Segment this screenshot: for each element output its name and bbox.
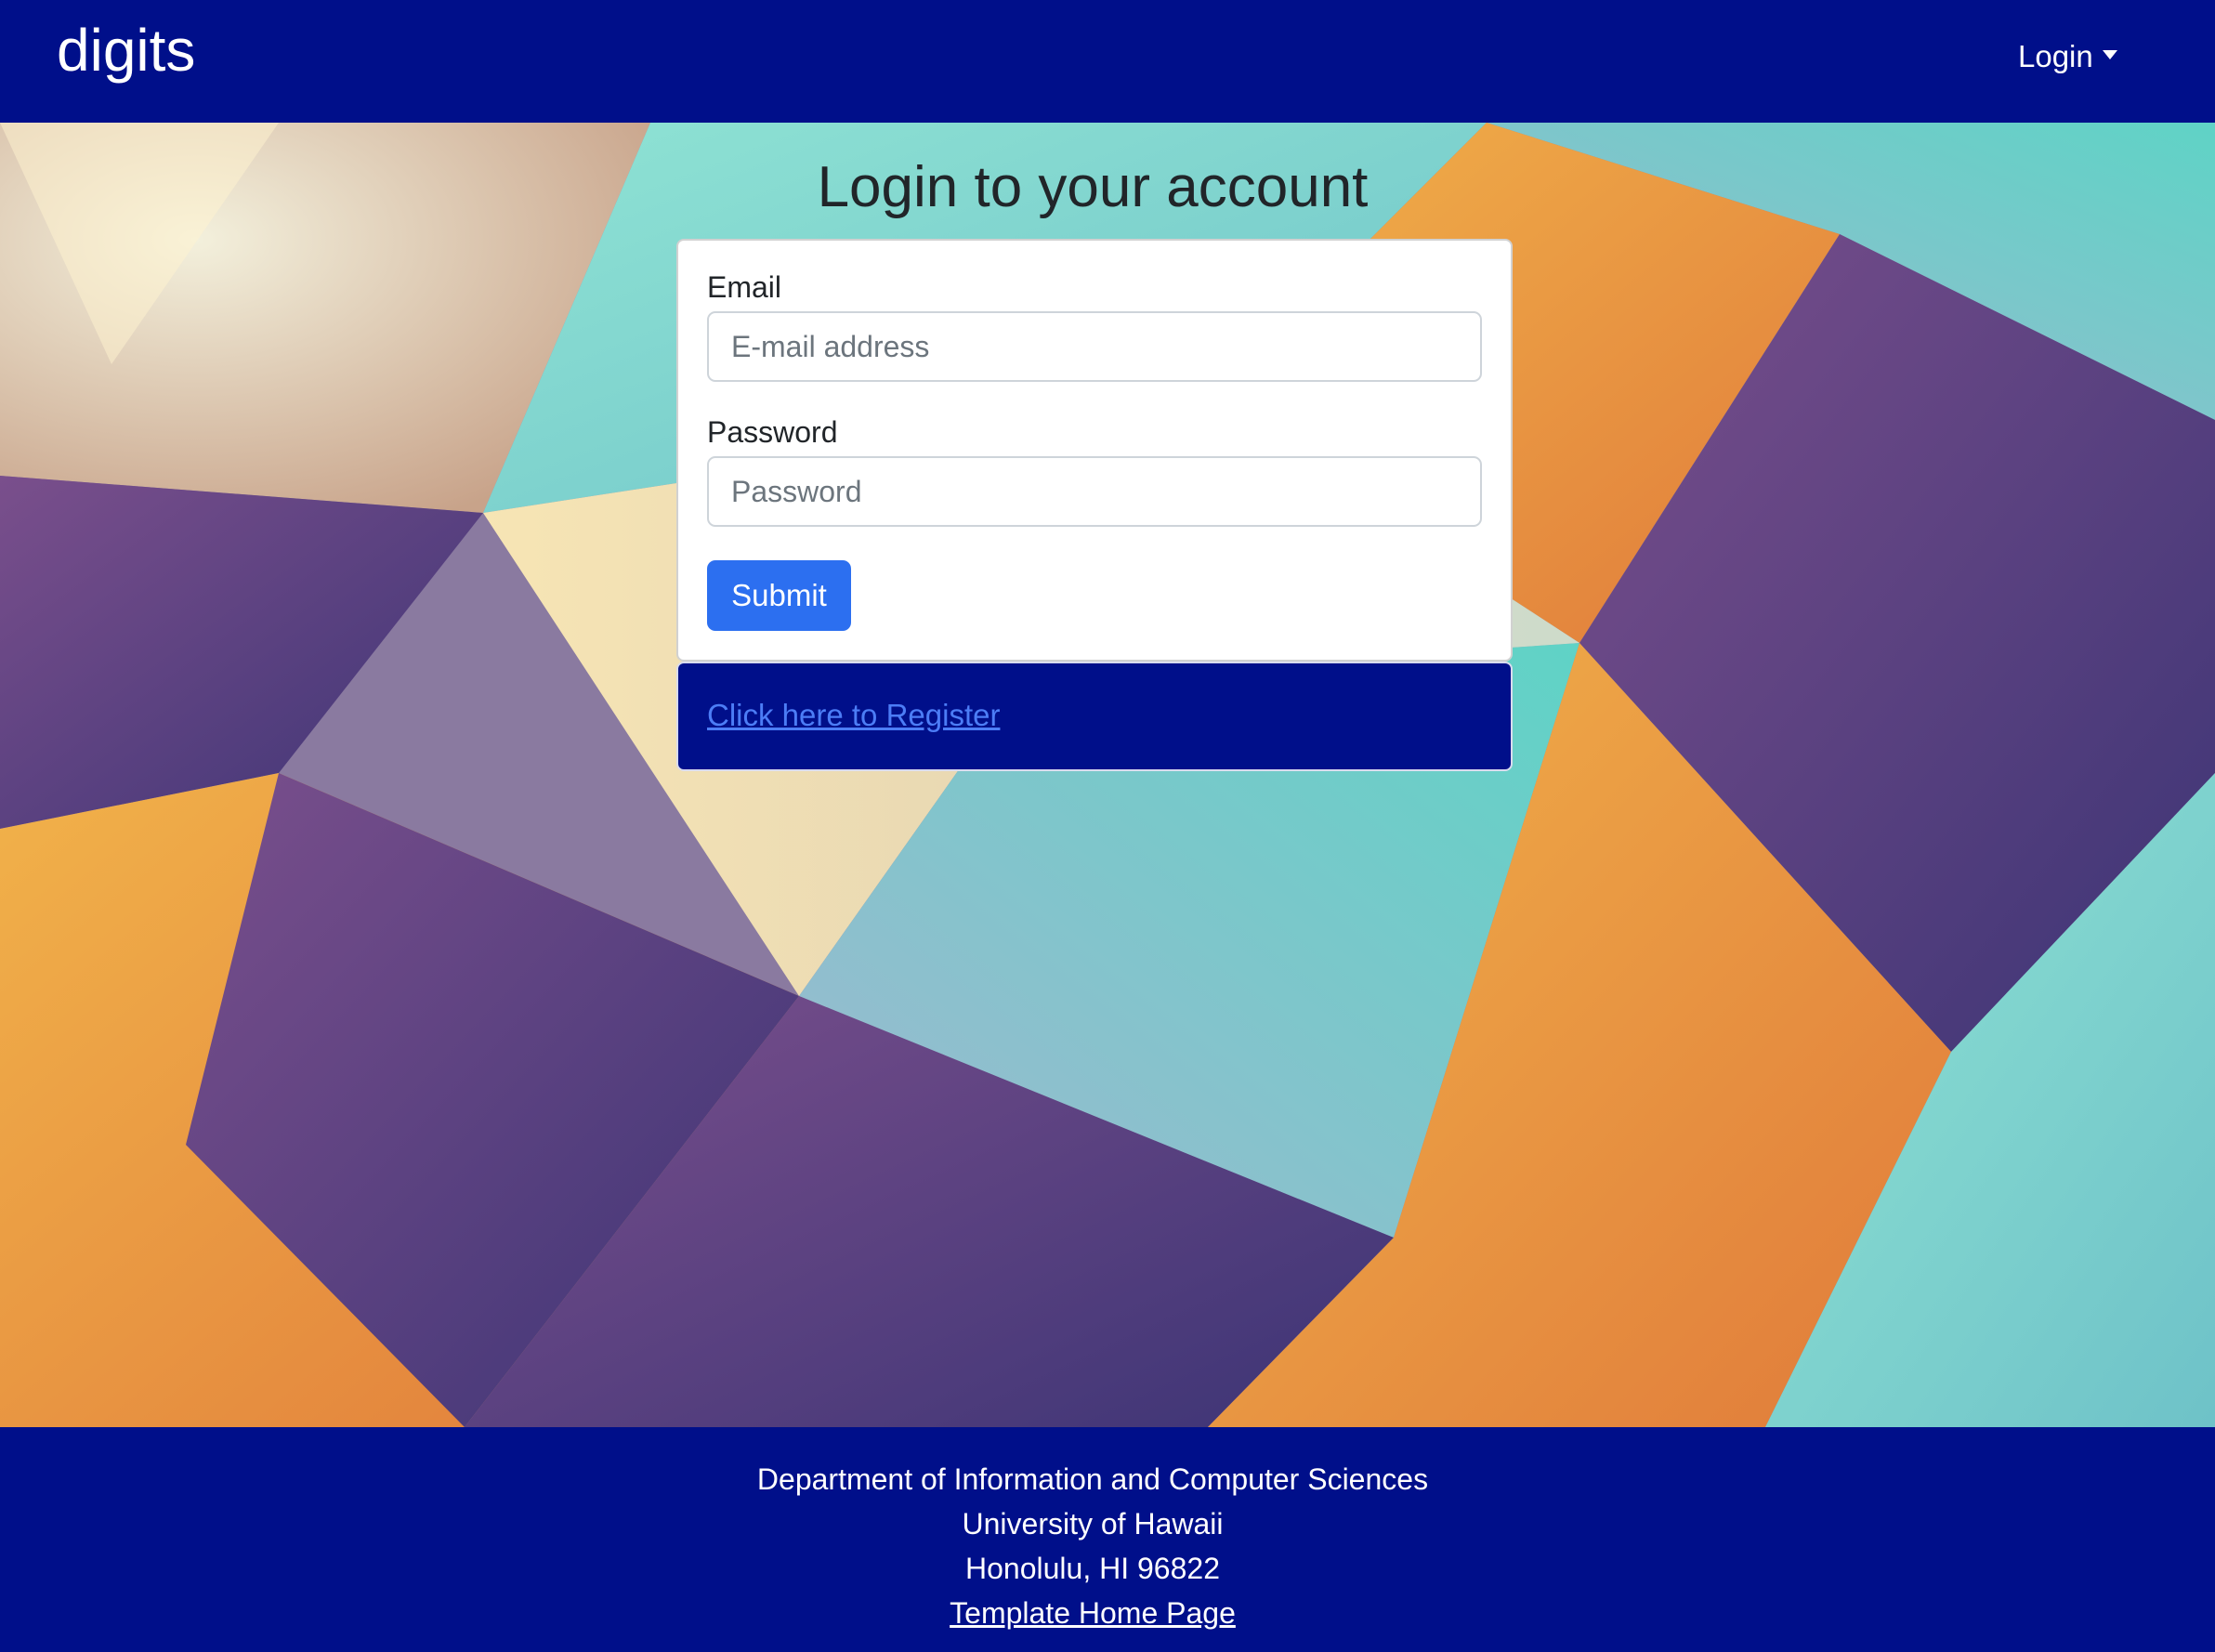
password-label: Password	[707, 415, 838, 449]
footer-address: Honolulu, HI 96822	[965, 1552, 1220, 1585]
register-link[interactable]: Click here to Register	[707, 697, 1000, 734]
top-navbar: digits Login	[0, 0, 2215, 123]
login-dropdown[interactable]: Login	[2018, 35, 2117, 78]
caret-down-icon	[2102, 50, 2117, 59]
template-home-page-link[interactable]: Template Home Page	[950, 1596, 1236, 1630]
login-dropdown-label: Login	[2018, 39, 2093, 73]
login-form-card: Email Password Submit	[676, 239, 1513, 662]
footer: Department of Information and Computer S…	[0, 1427, 2215, 1652]
footer-link-row: Template Home Page	[0, 1594, 2185, 1632]
email-field[interactable]	[707, 311, 1482, 382]
register-message-box: Click here to Register	[676, 662, 1513, 771]
password-field[interactable]	[707, 456, 1482, 527]
page-title: Login to your account	[817, 155, 1369, 219]
submit-button[interactable]: Submit	[707, 560, 851, 631]
footer-university: University of Hawaii	[962, 1507, 1224, 1541]
main-content: Login to your account Email Password Sub…	[0, 123, 2215, 1427]
brand-logo-link[interactable]: digits	[57, 17, 195, 84]
email-label: Email	[707, 270, 782, 304]
footer-department: Department of Information and Computer S…	[756, 1462, 1429, 1496]
